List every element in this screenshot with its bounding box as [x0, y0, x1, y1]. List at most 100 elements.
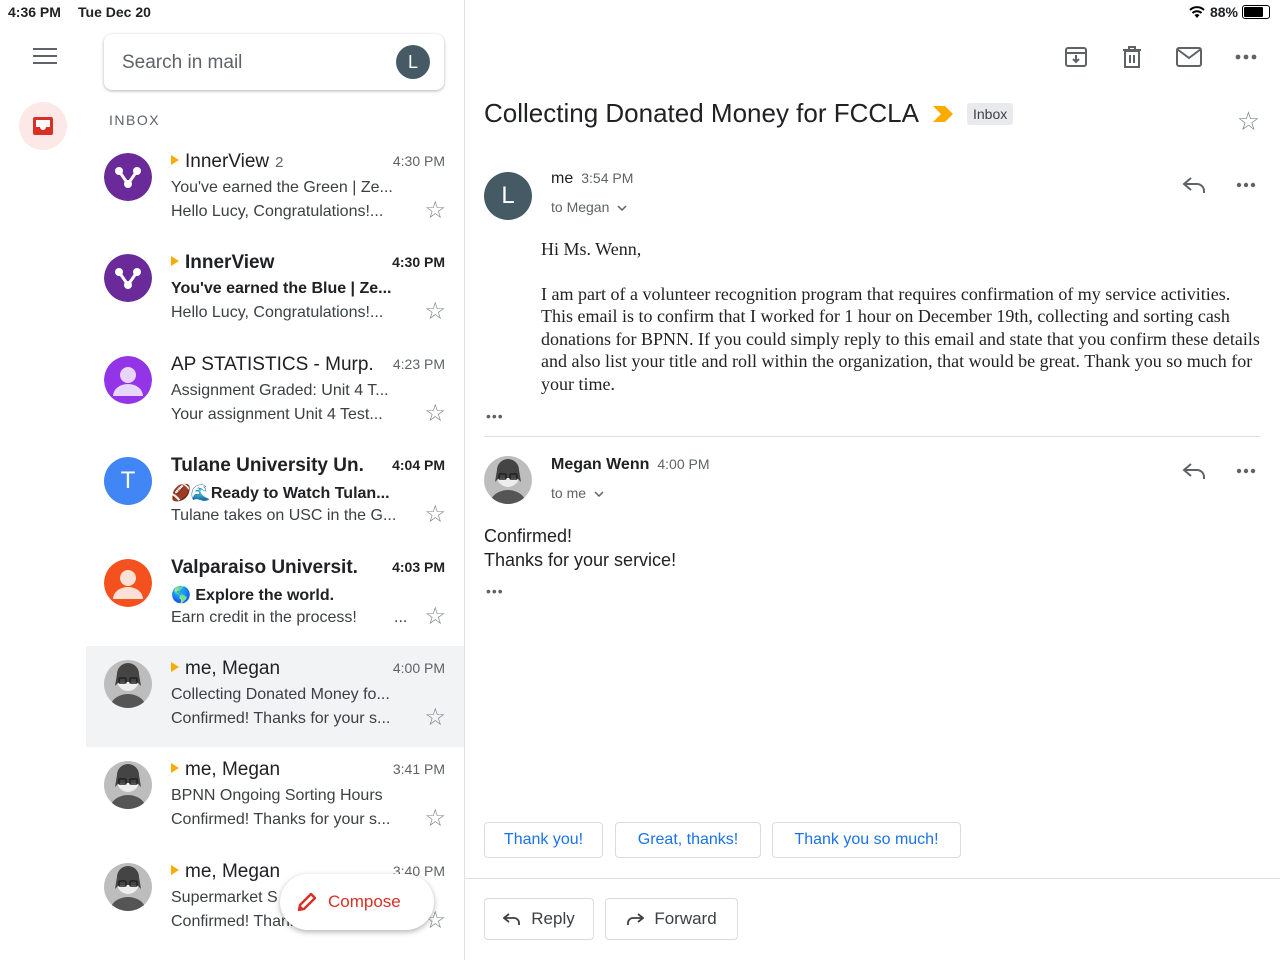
email-subject: You've earned the Blue | Ze...	[171, 280, 392, 298]
inbox-label-chip[interactable]: Inbox	[966, 102, 1014, 125]
email-list-item[interactable]: InnerView 2 4:30 PM You've earned the Green…	[86, 139, 464, 240]
email-list-item[interactable]: Valparaiso Universit. 4:03 PM 🌎 Explore th…	[86, 545, 464, 646]
forward-button[interactable]: Forward	[605, 898, 738, 940]
archive-button[interactable]	[1061, 42, 1091, 72]
more-horizontal-icon	[1236, 182, 1256, 188]
sender-avatar	[104, 761, 152, 810]
innerview-logo-icon	[104, 254, 152, 303]
message-body: Confirmed! Thanks for your service!	[484, 524, 676, 572]
message-line: Confirmed!	[484, 526, 573, 546]
email-list-item[interactable]: AP STATISTICS - Murp. 4:23 PM Assignment G…	[86, 342, 464, 443]
show-trimmed-content-button[interactable]: •••	[486, 408, 504, 424]
important-marker-icon[interactable]	[171, 864, 179, 875]
important-marker-icon[interactable]	[171, 256, 179, 267]
sender-avatar-photo	[484, 456, 532, 504]
star-icon[interactable]: ☆	[424, 604, 446, 629]
message-divider	[484, 436, 1261, 437]
nav-rail	[0, 24, 86, 960]
show-trimmed-content-button[interactable]: •••	[486, 583, 504, 599]
search-bar[interactable]: Search in mail L	[104, 34, 444, 90]
inbox-folder-button[interactable]	[19, 102, 67, 150]
email-sender: InnerView	[171, 252, 381, 274]
thread-count: 2	[275, 154, 284, 171]
sender-avatar: T	[104, 457, 152, 506]
email-snippet: Earn credit in the process!	[171, 608, 357, 626]
more-horizontal-icon	[1236, 468, 1256, 474]
message-more-button[interactable]	[1233, 458, 1259, 484]
person-photo-icon	[484, 456, 532, 504]
more-horizontal-icon	[1235, 54, 1257, 60]
message-paragraph: I am part of a volunteer recognition pro…	[541, 283, 1260, 394]
reply-message-button[interactable]	[1181, 172, 1207, 198]
archive-icon	[1065, 47, 1087, 67]
sender-name: me, Megan	[185, 759, 281, 781]
email-list-item[interactable]: me, Megan 4:00 PM Collecting Donated Money…	[86, 646, 464, 747]
important-marker-icon[interactable]	[171, 154, 179, 165]
search-input[interactable]: Search in mail	[122, 52, 242, 74]
innerview-logo-icon	[104, 153, 152, 201]
reply-message-button[interactable]	[1181, 458, 1207, 484]
email-detail-pane: Collecting Donated Money for FCCLA Inbox…	[465, 24, 1280, 960]
sender-avatar	[104, 558, 152, 607]
status-time: 4:36 PM	[8, 4, 61, 20]
email-subject: 🌎 Explore the world.	[171, 586, 335, 604]
star-icon[interactable]: ☆	[424, 401, 446, 426]
compose-label: Compose	[328, 892, 401, 911]
email-subject: 🏈🌊Ready to Watch Tulan...	[171, 485, 390, 503]
email-snippet: Hello Lucy, Congratulations!...	[171, 203, 384, 220]
battery-icon	[1242, 5, 1270, 19]
status-bar: 4:36 PM Tue Dec 20 88%	[0, 0, 1280, 24]
email-list-item[interactable]: InnerView 4:30 PM You've earned the Blue |…	[86, 240, 464, 341]
email-list-item[interactable]: me, Megan 3:41 PM BPNN Ongoing Sorting Hou…	[86, 747, 464, 848]
thread-subject: Collecting Donated Money for FCCLA	[484, 98, 919, 128]
recipient-toggle[interactable]: to Megan	[551, 199, 627, 215]
email-sender: me, Megan	[171, 658, 381, 680]
reply-label: Reply	[531, 909, 575, 928]
sender-name: InnerView	[185, 252, 275, 274]
more-options-button[interactable]	[1231, 42, 1261, 72]
message-line: Thanks for your service!	[484, 550, 677, 570]
sender-avatar	[104, 862, 152, 911]
email-time: 4:30 PM	[392, 254, 445, 271]
star-thread-icon[interactable]: ☆	[1237, 106, 1260, 137]
smart-reply-button[interactable]: Thank you so much!	[772, 822, 961, 858]
email-sender: Valparaiso Universit.	[171, 557, 381, 579]
star-icon[interactable]: ☆	[424, 807, 446, 831]
inbox-icon	[33, 117, 53, 135]
email-time: 4:30 PM	[392, 153, 445, 169]
smart-reply-button[interactable]: Thank you!	[484, 822, 603, 858]
smart-reply-button[interactable]: Great, thanks!	[615, 822, 761, 858]
forward-label: Forward	[654, 909, 717, 928]
sender-avatar	[104, 660, 152, 708]
snippet-ellipsis: ...	[394, 608, 408, 626]
star-icon[interactable]: ☆	[424, 503, 446, 527]
reply-icon	[503, 913, 521, 925]
message-more-button[interactable]	[1233, 172, 1259, 198]
email-snippet: Confirmed! Thanks for your s...	[171, 811, 391, 829]
star-icon[interactable]: ☆	[424, 706, 446, 730]
email-time: 4:00 PM	[392, 660, 445, 676]
star-icon[interactable]: ☆	[424, 300, 446, 324]
menu-icon[interactable]	[33, 48, 57, 66]
email-subject: Assignment Graded: Unit 4 T...	[171, 381, 389, 399]
email-sender: InnerView 2	[171, 151, 381, 173]
important-marker-icon[interactable]	[171, 661, 179, 672]
reply-button[interactable]: Reply	[484, 898, 594, 940]
sender-name: AP STATISTICS - Murp.	[171, 353, 374, 375]
account-avatar[interactable]: L	[396, 45, 430, 79]
compose-button[interactable]: Compose	[280, 874, 434, 930]
delete-button[interactable]	[1117, 42, 1147, 72]
email-list-item[interactable]: T Tulane University Un. 4:04 PM 🏈🌊Ready to …	[86, 443, 464, 544]
email-sender: me, Megan	[171, 759, 381, 781]
email-sender: AP STATISTICS - Murp.	[171, 354, 381, 376]
star-icon[interactable]: ☆	[424, 199, 446, 223]
email-time: 4:23 PM	[392, 355, 445, 372]
sender-avatar	[104, 355, 152, 404]
important-marker-icon[interactable]	[932, 105, 953, 122]
mark-unread-button[interactable]	[1174, 42, 1204, 72]
email-sender: Tulane University Un.	[171, 455, 381, 477]
wifi-icon	[1189, 6, 1205, 18]
recipient-toggle[interactable]: to me	[551, 485, 604, 501]
sender-name: Valparaiso Universit.	[171, 556, 358, 578]
important-marker-icon[interactable]	[171, 763, 179, 774]
